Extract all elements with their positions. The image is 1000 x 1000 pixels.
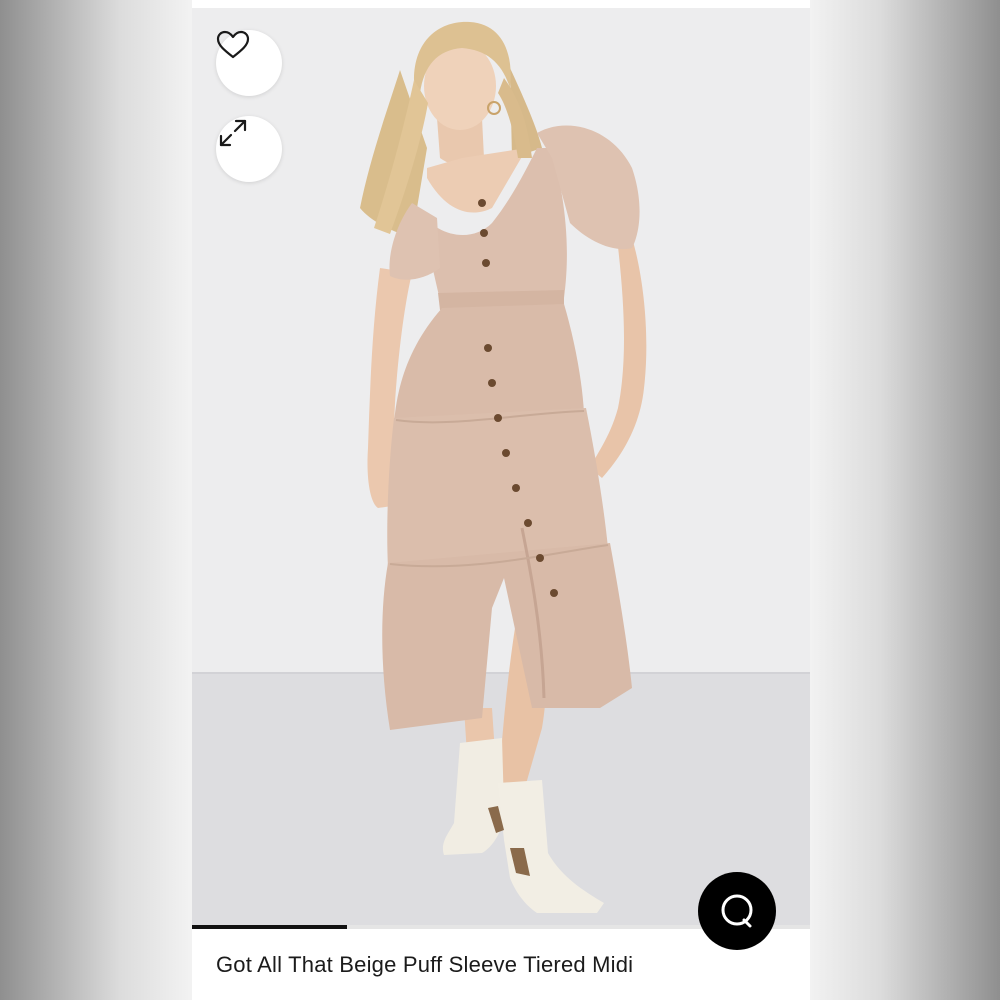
- gallery-progress-fill: [192, 925, 347, 929]
- expand-image-button[interactable]: [216, 116, 282, 182]
- product-title: Got All That Beige Puff Sleeve Tiered Mi…: [216, 952, 634, 977]
- chat-bubble-icon: [721, 894, 753, 928]
- expand-arrows-icon: [219, 119, 247, 147]
- favorite-button[interactable]: [216, 30, 282, 96]
- product-photo[interactable]: [192, 8, 810, 928]
- heart-icon: [216, 30, 250, 59]
- chat-button[interactable]: [698, 872, 776, 950]
- product-photo-illustration: [192, 8, 810, 928]
- product-screen: Got All That Beige Puff Sleeve Tiered Mi…: [192, 0, 810, 1000]
